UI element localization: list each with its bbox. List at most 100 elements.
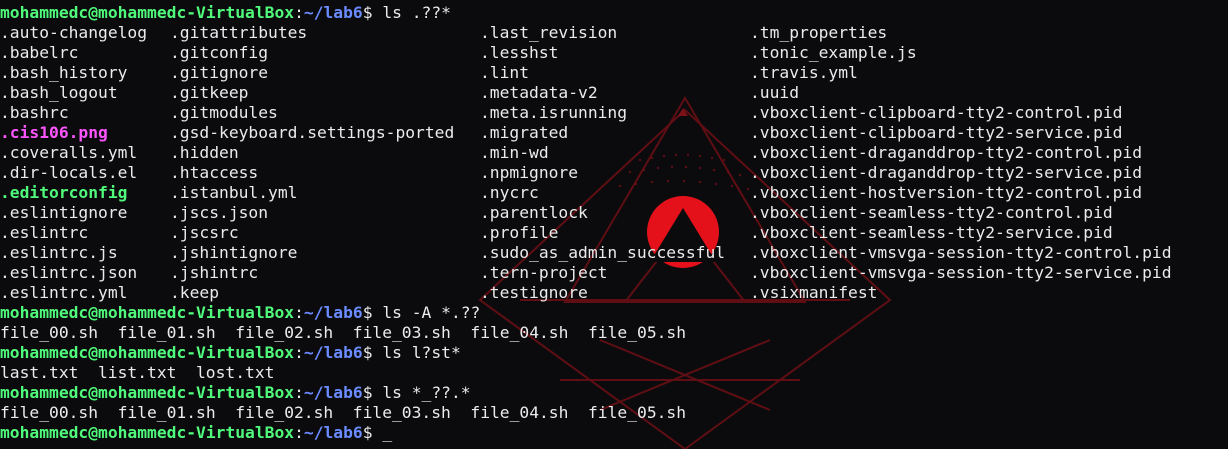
- file-entry: file_05.sh: [588, 403, 687, 422]
- file-entry: .htaccess: [170, 163, 259, 182]
- file-entry: file_01.sh: [117, 403, 216, 422]
- prompt-symbol: $: [362, 3, 373, 22]
- file-entry: .gitconfig: [170, 43, 269, 62]
- prompt-separator: :: [294, 423, 304, 442]
- terminal-window[interactable]: mohammedc@mohammedc-VirtualBox:~/lab6$ l…: [0, 0, 1228, 449]
- file-entry: .testignore: [480, 283, 588, 302]
- file-entry: .uuid: [750, 83, 800, 102]
- prompt-user-host: mohammedc@mohammedc-VirtualBox: [0, 383, 295, 402]
- prompt-symbol: $: [362, 383, 373, 402]
- file-entry: .vboxclient-draganddrop-tty2-service.pid: [750, 163, 1143, 182]
- file-entry: file_05.sh: [588, 323, 687, 342]
- file-entry: .editorconfig: [0, 183, 128, 202]
- prompt-path: ~/lab6: [303, 423, 363, 442]
- file-entry: .gitkeep: [170, 83, 249, 102]
- file-entry: lost.txt: [196, 363, 275, 382]
- file-entry: .bashrc: [0, 103, 69, 122]
- file-entry: .tm_properties: [750, 23, 888, 42]
- command-text: ls -A *.??: [372, 303, 481, 322]
- prompt-separator: :: [294, 303, 304, 322]
- file-entry: .vboxclient-hostversion-tty2-control.pid: [750, 183, 1143, 202]
- prompt-line: mohammedc@mohammedc-VirtualBox:~/lab6$ l…: [0, 343, 461, 363]
- prompt-separator: :: [294, 383, 304, 402]
- prompt-path: ~/lab6: [303, 343, 363, 362]
- file-entry: .cis106.png: [0, 123, 108, 142]
- file-entry: list.txt: [98, 363, 177, 382]
- file-entry: .profile: [480, 223, 559, 242]
- file-entry: .vboxclient-clipboard-tty2-service.pid: [750, 123, 1123, 142]
- file-entry: .coveralls.yml: [0, 143, 138, 162]
- file-entry: .metadata-v2: [480, 83, 598, 102]
- file-entry: .vsixmanifest: [750, 283, 878, 302]
- file-entry: .bash_history: [0, 63, 128, 82]
- file-entry: .migrated: [480, 123, 569, 142]
- file-entry: file_02.sh: [235, 403, 334, 422]
- file-entry: .parentlock: [480, 203, 588, 222]
- file-entry: .lint: [480, 63, 530, 82]
- file-entry: .tonic_example.js: [750, 43, 917, 62]
- prompt-symbol: $: [362, 343, 373, 362]
- file-entry: .keep: [170, 283, 220, 302]
- file-entry: .eslintrc: [0, 223, 89, 242]
- file-entry: .eslintignore: [0, 203, 128, 222]
- file-entry: .min-wd: [480, 143, 549, 162]
- file-entry: .auto-changelog: [0, 23, 148, 42]
- prompt-line: mohammedc@mohammedc-VirtualBox:~/lab6$ _: [0, 423, 392, 443]
- prompt-separator: :: [294, 3, 304, 22]
- file-entry: .eslintrc.js: [0, 243, 118, 262]
- file-entry: file_01.sh: [117, 323, 216, 342]
- file-entry: .lesshst: [480, 43, 559, 62]
- file-entry: .istanbul.yml: [170, 183, 298, 202]
- file-entry: .sudo_as_admin_successful: [480, 243, 726, 262]
- prompt-path: ~/lab6: [303, 3, 363, 22]
- file-entry: file_03.sh: [352, 403, 451, 422]
- file-entry: file_04.sh: [470, 323, 569, 342]
- file-entry: file_00.sh: [0, 403, 99, 422]
- prompt-line: mohammedc@mohammedc-VirtualBox:~/lab6$ l…: [0, 303, 480, 323]
- prompt-line: mohammedc@mohammedc-VirtualBox:~/lab6$ l…: [0, 383, 471, 403]
- file-entry: .vboxclient-seamless-tty2-control.pid: [750, 203, 1113, 222]
- file-entry: .vboxclient-vmsvga-session-tty2-service.…: [750, 263, 1172, 282]
- command-text: ls l?st*: [372, 343, 461, 362]
- file-entry: .nycrc: [480, 183, 539, 202]
- file-entry: .babelrc: [0, 43, 79, 62]
- file-entry: .bash_logout: [0, 83, 118, 102]
- prompt-symbol: $: [362, 303, 373, 322]
- file-entry: .jscs.json: [170, 203, 269, 222]
- file-entry: .eslintrc.yml: [0, 283, 128, 302]
- file-entry: .gitattributes: [170, 23, 308, 42]
- prompt-user-host: mohammedc@mohammedc-VirtualBox: [0, 303, 295, 322]
- command-text: ls .??*: [372, 3, 451, 22]
- file-entry: .gitignore: [170, 63, 269, 82]
- command-text: _: [372, 423, 393, 442]
- file-entry: .jshintignore: [170, 243, 298, 262]
- file-entry: .gsd-keyboard.settings-ported: [170, 123, 455, 142]
- file-entry: .npmignore: [480, 163, 579, 182]
- command-text: ls *_??.*: [372, 383, 471, 402]
- prompt-path: ~/lab6: [303, 383, 363, 402]
- prompt-user-host: mohammedc@mohammedc-VirtualBox: [0, 423, 295, 442]
- file-entry: .vboxclient-draganddrop-tty2-control.pid: [750, 143, 1143, 162]
- prompt-symbol: $: [362, 423, 373, 442]
- file-entry: .travis.yml: [750, 63, 858, 82]
- prompt-user-host: mohammedc@mohammedc-VirtualBox: [0, 3, 295, 22]
- prompt-user-host: mohammedc@mohammedc-VirtualBox: [0, 343, 295, 362]
- file-entry: .meta.isrunning: [480, 103, 628, 122]
- file-entry: file_00.sh: [0, 323, 99, 342]
- file-entry: .vboxclient-seamless-tty2-service.pid: [750, 223, 1113, 242]
- file-entry: last.txt: [0, 363, 79, 382]
- prompt-line: mohammedc@mohammedc-VirtualBox:~/lab6$ l…: [0, 3, 451, 23]
- prompt-separator: :: [294, 343, 304, 362]
- file-entry: .vboxclient-vmsvga-session-tty2-control.…: [750, 243, 1172, 262]
- file-entry: .vboxclient-clipboard-tty2-control.pid: [750, 103, 1123, 122]
- file-entry: file_03.sh: [352, 323, 451, 342]
- file-entry: file_02.sh: [235, 323, 334, 342]
- file-entry: .dir-locals.el: [0, 163, 138, 182]
- prompt-path: ~/lab6: [303, 303, 363, 322]
- file-entry: .gitmodules: [170, 103, 278, 122]
- file-entry: file_04.sh: [470, 403, 569, 422]
- file-entry: .last_revision: [480, 23, 618, 42]
- file-entry: .jscsrc: [170, 223, 239, 242]
- file-entry: .jshintrc: [170, 263, 259, 282]
- file-entry: .tern-project: [480, 263, 608, 282]
